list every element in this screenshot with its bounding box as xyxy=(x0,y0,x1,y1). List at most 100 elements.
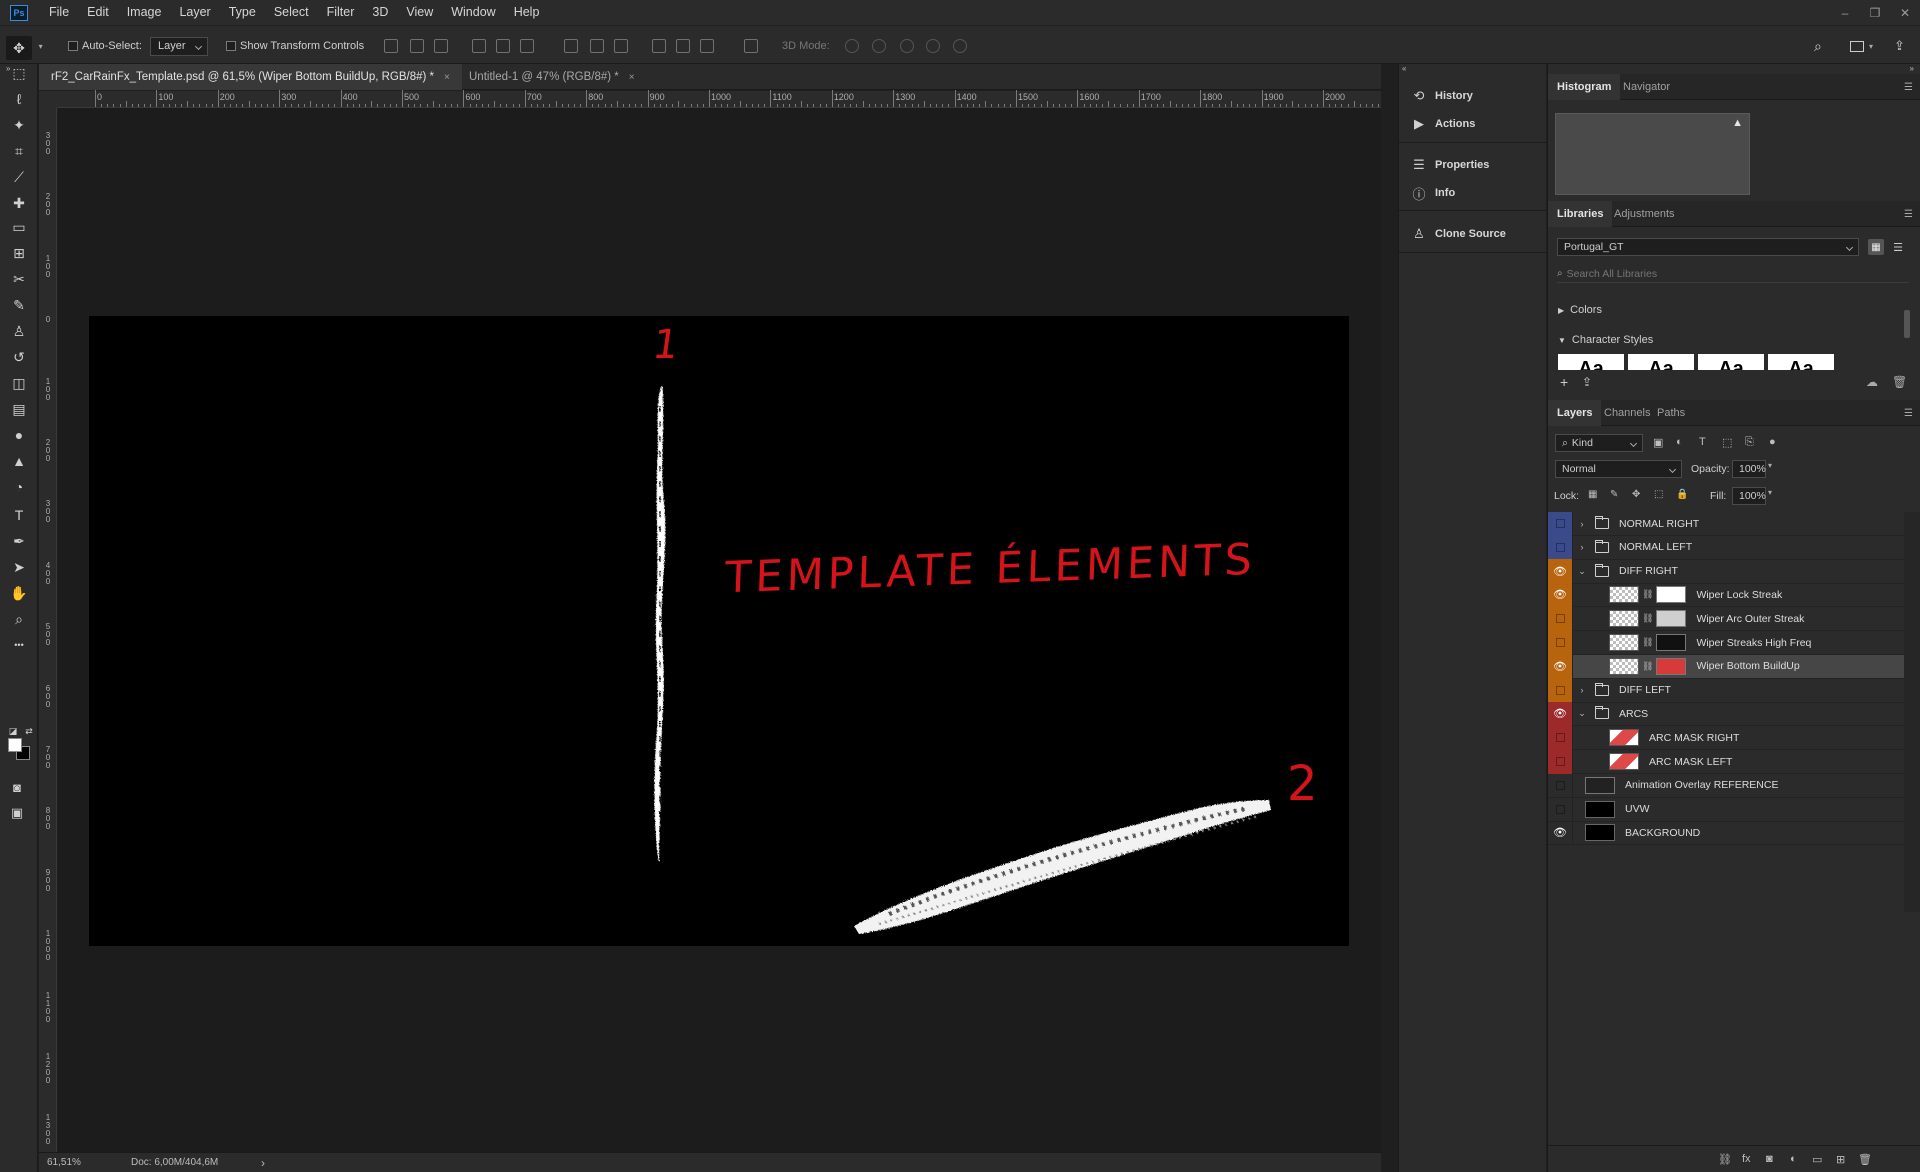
warning-icon[interactable]: ▲ xyxy=(1732,117,1743,129)
layer-row[interactable]: UVW xyxy=(1548,797,1904,822)
type-tool-icon[interactable]: T xyxy=(10,506,28,524)
magic-wand-icon[interactable]: ✦ xyxy=(10,116,28,134)
layer-mask-thumbnail[interactable] xyxy=(1656,610,1687,628)
layer-row[interactable]: ARC MASK RIGHT xyxy=(1548,725,1904,751)
frame-tool-icon[interactable]: ⊞ xyxy=(10,244,28,262)
menu-filter[interactable]: Filter xyxy=(318,0,364,25)
fill-dropdown-icon[interactable]: ▾ xyxy=(1768,488,1772,497)
layer-visibility-toggle[interactable] xyxy=(1548,630,1573,655)
layer-visibility-toggle[interactable] xyxy=(1548,606,1573,631)
collapse-dock-icon[interactable]: » xyxy=(1910,64,1914,73)
filter-toggle-icon[interactable]: ● xyxy=(1769,436,1776,448)
link-icon[interactable]: ⛓ xyxy=(1642,613,1653,624)
smart-object-filter-icon[interactable]: ⎘ xyxy=(1745,436,1754,449)
align-distribute-icon[interactable] xyxy=(520,39,534,53)
layer-row[interactable]: ⛓ Wiper Arc Outer Streak xyxy=(1548,606,1904,632)
layer-row[interactable]: 👁 ⛓ Wiper Bottom BuildUp xyxy=(1548,654,1904,679)
chevron-down-icon[interactable]: ⌄ xyxy=(1577,566,1587,577)
image-filter-icon[interactable]: ▣ xyxy=(1653,436,1663,449)
layer-visibility-toggle[interactable]: 👁 xyxy=(1548,559,1573,584)
character-style-swatch[interactable]: Aa xyxy=(1768,354,1834,370)
menu-type[interactable]: Type xyxy=(220,0,265,25)
tab-paths[interactable]: Paths xyxy=(1648,400,1694,426)
new-layer-icon[interactable]: ⊞ xyxy=(1836,1153,1845,1166)
libraries-scrollbar[interactable] xyxy=(1904,310,1910,338)
align-distribute-icon[interactable] xyxy=(590,39,604,53)
crop-tool-icon[interactable]: ⌗ xyxy=(10,142,28,160)
link-icon[interactable]: ⛓ xyxy=(1642,661,1653,672)
layer-row[interactable]: 👁 ⌄ DIFF RIGHT xyxy=(1548,559,1904,584)
dodge-tool-icon[interactable]: ▲ xyxy=(10,452,28,470)
path-select-icon[interactable]: ➤ xyxy=(10,558,28,576)
show-transform-check-icon[interactable] xyxy=(226,41,236,51)
menu-file[interactable]: File xyxy=(40,0,78,25)
layer-row[interactable]: Animation Overlay REFERENCE xyxy=(1548,773,1904,798)
3d-mode-icon[interactable] xyxy=(953,39,967,53)
new-group-icon[interactable]: ▭ xyxy=(1812,1153,1822,1166)
layer-row[interactable]: › NORMAL LEFT xyxy=(1548,535,1904,560)
minimize-icon[interactable]: – xyxy=(1830,6,1860,20)
align-distribute-icon[interactable] xyxy=(744,39,758,53)
layer-visibility-toggle[interactable] xyxy=(1548,749,1573,774)
close-tab-icon[interactable]: × xyxy=(629,72,635,83)
fill-input[interactable]: 100% xyxy=(1732,487,1766,505)
3d-mode-icon[interactable] xyxy=(900,39,914,53)
section-character-styles[interactable]: ▼ Character Styles xyxy=(1558,334,1653,346)
opacity-input[interactable]: 100% xyxy=(1732,460,1766,478)
menu-edit[interactable]: Edit xyxy=(78,0,118,25)
healing-brush-icon[interactable]: ✚ xyxy=(10,194,28,212)
menu-layer[interactable]: Layer xyxy=(170,0,219,25)
vertical-ruler[interactable]: 3 0 0 2 0 0 1 0 0 0 1 0 0 2 0 0 3 0 0 4 0 0 5 0 … xyxy=(39,108,57,1152)
add-icon[interactable]: + xyxy=(1560,374,1568,390)
blur-tool-icon[interactable]: ● xyxy=(10,426,28,444)
layer-row[interactable]: 👁 ⛓ Wiper Lock Streak xyxy=(1548,582,1904,608)
panel-actions[interactable]: ▶ Actions xyxy=(1411,113,1475,135)
menu-select[interactable]: Select xyxy=(265,0,318,25)
add-mask-icon[interactable]: ◙ xyxy=(1766,1153,1773,1165)
search-icon[interactable]: ⌕ xyxy=(1814,36,1822,56)
document-canvas[interactable]: 1 2 TEMPLATE ÉLEMENTS xyxy=(89,316,1349,946)
lock-all-icon[interactable]: 🔒 xyxy=(1676,489,1688,500)
zoom-level[interactable]: 61,51% xyxy=(47,1157,81,1168)
swap-colors-icon[interactable]: ⇄ xyxy=(22,722,36,740)
layer-visibility-toggle[interactable] xyxy=(1548,797,1573,822)
panel-info[interactable]: ⓘ Info xyxy=(1411,182,1455,204)
link-icon[interactable]: ⛓ xyxy=(1642,637,1653,648)
panel-menu-icon[interactable]: ☰ xyxy=(1904,82,1913,93)
tab-adjustments[interactable]: Adjustments xyxy=(1605,201,1684,227)
link-icon[interactable]: ⛓ xyxy=(1642,589,1653,600)
align-distribute-icon[interactable] xyxy=(434,39,448,53)
layer-visibility-toggle[interactable]: 👁 xyxy=(1548,820,1573,845)
auto-select-check-icon[interactable] xyxy=(68,41,78,51)
ruler-tool-icon[interactable]: ▭ xyxy=(10,218,28,236)
warp-tool-icon[interactable]: ✂ xyxy=(10,270,28,288)
layer-visibility-toggle[interactable] xyxy=(1548,678,1573,703)
lock-transparent-icon[interactable]: ▦ xyxy=(1588,489,1597,500)
panel-menu-icon[interactable]: ☰ xyxy=(1904,408,1913,419)
3d-mode-icon[interactable] xyxy=(926,39,940,53)
layer-mask-thumbnail[interactable] xyxy=(1656,657,1687,675)
section-colors[interactable]: ▶ Colors xyxy=(1558,304,1602,316)
layer-visibility-toggle[interactable]: 👁 xyxy=(1548,701,1573,726)
link-layers-icon[interactable]: ⛓ xyxy=(1718,1153,1732,1166)
more-tools-icon[interactable]: ••• xyxy=(10,636,28,654)
clone-stamp-icon[interactable]: ♙ xyxy=(10,322,28,340)
library-search-input[interactable] xyxy=(1566,267,1887,280)
gradient-tool-icon[interactable]: ▤ xyxy=(10,400,28,418)
layer-row[interactable]: 👁 ⌄ ARCS xyxy=(1548,701,1904,727)
shape-filter-icon[interactable]: ⬚ xyxy=(1722,436,1732,449)
status-menu-arrow[interactable]: › xyxy=(261,1156,265,1170)
layer-visibility-toggle[interactable]: 👁 xyxy=(1548,582,1573,607)
layer-visibility-toggle[interactable] xyxy=(1548,725,1573,750)
lasso-tool-icon[interactable]: ℓ xyxy=(10,90,28,108)
tab-carrainfx-template[interactable]: rF2_CarRainFx_Template.psd @ 61,5% (Wipe… xyxy=(39,64,462,90)
tab-libraries[interactable]: Libraries xyxy=(1548,201,1613,227)
horizontal-ruler[interactable]: 0 100 200 300 400 500 600 700 800 900 1000 1100 1200… xyxy=(57,90,1381,108)
close-tab-icon[interactable]: × xyxy=(444,72,450,83)
type-filter-icon[interactable]: T xyxy=(1699,436,1706,448)
tab-histogram[interactable]: Histogram xyxy=(1548,74,1621,100)
delete-layer-icon[interactable]: 🗑 xyxy=(1858,1153,1872,1166)
auto-select-dropdown[interactable]: Layer xyxy=(150,36,208,56)
list-view-icon[interactable]: ☰ xyxy=(1890,239,1906,255)
panel-menu-icon[interactable]: ☰ xyxy=(1904,209,1913,220)
